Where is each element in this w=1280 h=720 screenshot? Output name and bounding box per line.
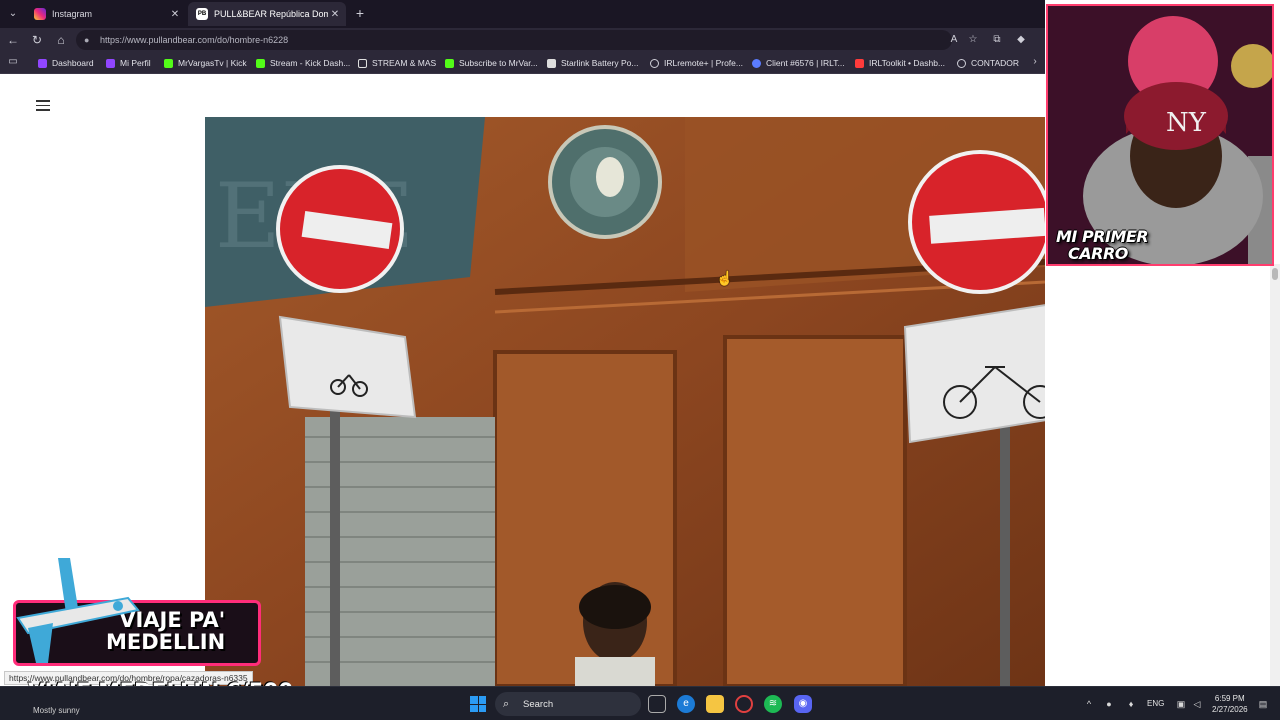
bookmark-item[interactable]: Starlink Battery Po... [547, 56, 638, 70]
favorite-star-icon[interactable]: ☆ [965, 32, 981, 48]
bookmark-label: MrVargasTv | Kick [178, 58, 247, 68]
webcam-caption: MI PRIMER CARRO [1056, 227, 1149, 263]
caption-line: MI PRIMER [1056, 227, 1149, 246]
language-indicator[interactable]: ENG [1147, 699, 1164, 708]
bookmark-label: CONTADOR [971, 58, 1020, 68]
bookmark-label: Mi Perfil [120, 58, 151, 68]
refresh-icon[interactable]: ↻ [29, 32, 45, 48]
file-explorer-icon[interactable] [706, 695, 724, 713]
tab-pullandbear[interactable]: PB PULL&BEAR República Dominicana ✕ [188, 2, 346, 26]
globe-icon [957, 58, 966, 68]
bookmark-label: IRLremote+ | Profe... [664, 58, 743, 68]
folder-icon [358, 58, 367, 68]
caption-line: CARRO [1068, 244, 1128, 263]
bookmark-item[interactable]: Mi Perfil [106, 56, 151, 70]
bookmark-label: Client #6576 | IRLT... [766, 58, 845, 68]
bookmark-item[interactable]: Client #6576 | IRLT... [752, 56, 845, 70]
hero-photo-storefront: ERE [205, 117, 1045, 686]
bookmark-label: STREAM & MAS [372, 58, 437, 68]
webcam-overlay: NY MI PRIMER CARRO [1046, 4, 1274, 266]
new-tab-button[interactable]: + [352, 5, 368, 21]
browser-toolbar: ← ↻ ⌂ ● https://www.pullandbear.com/do/h… [0, 28, 1045, 52]
volume-icon[interactable]: ◁ [1190, 697, 1204, 711]
search-icon: ⌕ [503, 697, 510, 710]
bookmark-label: IRLToolkit • Dashb... [869, 58, 946, 68]
bookmark-item[interactable]: Dashboard [38, 56, 94, 70]
starlink-icon [547, 58, 556, 68]
twitch-icon [38, 58, 47, 68]
bookmark-item[interactable]: IRLToolkit • Dashb... [855, 56, 945, 70]
notifications-icon[interactable]: ▤ [1256, 697, 1270, 711]
address-url: https://www.pullandbear.com/do/hombre-n6… [100, 35, 289, 45]
instagram-icon [34, 8, 46, 20]
bookmark-label: Dashboard [52, 58, 94, 68]
tab-title: PULL&BEAR República Dominicana [214, 9, 328, 19]
extension-diamond-icon[interactable]: ◆ [1013, 32, 1029, 48]
hand-cursor-icon: ☝ [716, 270, 734, 286]
microphone-icon[interactable]: ♦ [1124, 697, 1138, 711]
windows-start-icon[interactable] [470, 696, 486, 712]
bookmarks-menu-icon[interactable]: ▭ [5, 54, 21, 70]
twitch-icon [106, 58, 115, 68]
more-bookmarks-icon[interactable]: › [1027, 54, 1043, 70]
irltoolkit-icon [752, 58, 761, 68]
clock-date: 2/27/2026 [1212, 705, 1248, 714]
bookmark-label: Subscribe to MrVar... [459, 58, 538, 68]
bookmark-folder[interactable]: STREAM & MAS [358, 56, 436, 70]
pullandbear-icon: PB [196, 8, 208, 20]
bookmarks-bar: ▭ Dashboard Mi Perfil MrVargasTv | Kick … [0, 52, 1045, 74]
airplane-icon [16, 558, 140, 663]
bookmark-item[interactable]: MrVargasTv | Kick [164, 56, 247, 70]
show-hidden-icons-icon[interactable]: ^ [1082, 697, 1096, 711]
taskbar-search[interactable]: ⌕ Search [495, 692, 641, 716]
bookmark-label: Stream - Kick Dash... [270, 58, 351, 68]
app-icon[interactable] [735, 695, 753, 713]
scrollbar-thumb[interactable] [1272, 268, 1278, 280]
tab-actions-chevron-icon[interactable]: ⌄ [4, 6, 22, 22]
kick-icon [256, 58, 265, 68]
web-page: ERE [0, 74, 1045, 686]
bookmark-item[interactable]: IRLremote+ | Profe... [650, 56, 743, 70]
menu-hamburger-icon[interactable] [36, 100, 50, 111]
read-aloud-icon[interactable]: A [946, 32, 962, 48]
svg-text:NY: NY [1166, 108, 1207, 138]
extensions-icon[interactable]: ⧉ [989, 32, 1005, 48]
irltoolkit-icon [855, 58, 864, 68]
tab-instagram[interactable]: Instagram ✕ [26, 2, 186, 26]
bookmark-item[interactable]: CONTADOR [957, 56, 1019, 70]
task-view-icon[interactable] [648, 695, 666, 713]
lock-icon[interactable]: ● [84, 35, 94, 45]
weather-label[interactable]: Mostly sunny [33, 706, 80, 715]
edge-browser-icon[interactable]: e [677, 695, 695, 713]
bookmark-item[interactable]: Subscribe to MrVar... [445, 56, 538, 70]
hero-image[interactable]: ERE [205, 117, 1045, 686]
kick-icon [164, 58, 173, 68]
tray-app-icon[interactable]: ● [1102, 697, 1116, 711]
kick-icon [445, 58, 454, 68]
tab-title: Instagram [52, 9, 93, 19]
bookmark-label: Starlink Battery Po... [561, 58, 639, 68]
taskbar-clock[interactable]: 6:59 PM 2/27/2026 [1212, 693, 1248, 715]
close-tab-icon[interactable]: ✕ [168, 9, 182, 20]
search-label: Search [523, 698, 554, 710]
windows-taskbar: Mostly sunny ⌕ Search e ≋ ◉ ^ ● ♦ ENG ▣ … [0, 686, 1280, 720]
scrollbar-track[interactable] [1270, 264, 1280, 686]
clock-time: 6:59 PM [1214, 694, 1245, 703]
home-icon[interactable]: ⌂ [53, 32, 69, 48]
bookmark-item[interactable]: Stream - Kick Dash... [256, 56, 350, 70]
globe-icon [650, 58, 659, 68]
discord-icon[interactable]: ◉ [794, 695, 812, 713]
network-icon[interactable]: ▣ [1174, 697, 1188, 711]
close-tab-icon[interactable]: ✕ [328, 9, 342, 20]
back-arrow-icon[interactable]: ← [5, 32, 21, 48]
address-bar[interactable]: ● https://www.pullandbear.com/do/hombre-… [76, 30, 952, 50]
spotify-icon[interactable]: ≋ [764, 695, 782, 713]
